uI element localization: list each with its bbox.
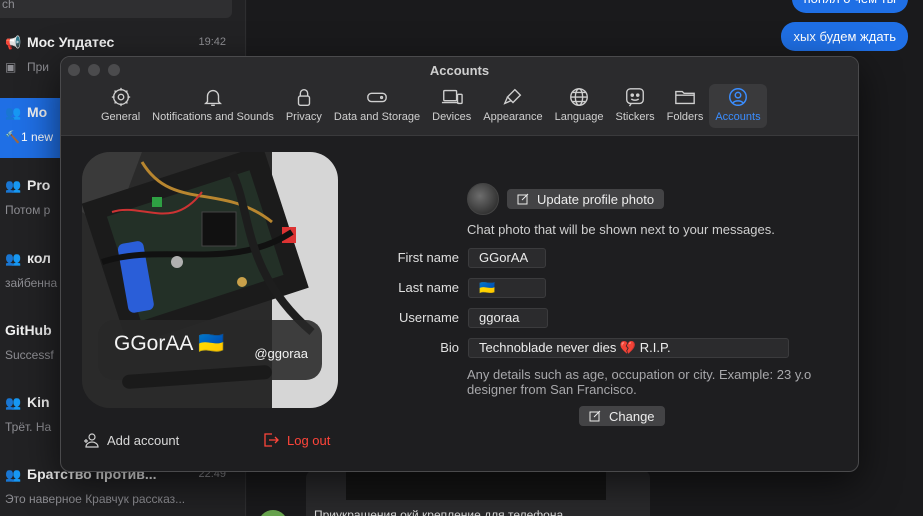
photo-row: Update profile photo [467,183,665,215]
tab-label: Data and Storage [333,111,421,123]
tab-notifications[interactable]: Notifications and Sounds [146,84,280,128]
tab-label: Language [554,111,604,123]
log-out-button[interactable]: Log out [263,432,330,448]
group-icon: 👥 [5,395,22,410]
add-account-label: Add account [107,432,180,448]
group-icon: 👥 [5,105,22,120]
tab-general[interactable]: General [95,84,146,128]
profile-photo-card[interactable]: GGorAA 🇺🇦 @ggoraa [82,152,338,408]
message-bubble[interactable]: хых будем ждать [781,22,908,51]
tab-label: Folders [666,111,704,123]
tab-language[interactable]: Language [549,84,610,128]
edit-icon [589,410,601,422]
bio-field[interactable]: Technoblade never dies 💔 R.I.P. [468,338,789,358]
window-toolbar: Accounts General Notifications and Sound… [61,57,858,136]
tab-appearance[interactable]: Appearance [477,84,548,128]
drive-icon [367,92,387,103]
chat-title: Мо [27,104,48,120]
chat-preview: зайбенна [5,276,58,290]
settings-window: Accounts General Notifications and Sound… [60,56,859,472]
tab-accounts[interactable]: Accounts [709,84,767,128]
last-name-label: Last name [398,280,459,295]
settings-tabs: General Notifications and Sounds Privacy… [95,84,767,130]
group-icon: 👥 [5,467,22,482]
bell-icon [203,89,222,106]
megaphone-icon: 📢 [5,35,22,50]
chat-preview: Трёт. На [5,420,52,434]
tab-label: Accounts [715,111,761,123]
first-name-label: First name [397,250,459,265]
chat-title: Kin [27,394,50,410]
chat-title: Мос Упдатес [27,34,115,50]
gear-icon [111,87,130,107]
profile-display-name: GGorAA 🇺🇦 [114,332,225,355]
message-text: Приукрашения окй крепление для телефона [314,508,564,516]
chat-preview: При [27,60,50,74]
brush-icon [503,88,522,105]
add-account-button[interactable]: Add account [83,432,179,448]
lock-icon [297,88,311,106]
group-icon: 👥 [5,178,22,193]
image-icon: ▣ [5,60,17,74]
devices-icon [441,89,463,105]
chat-title: кол [27,250,51,266]
change-button[interactable]: Change [579,406,665,426]
update-profile-photo-button[interactable]: Update profile photo [507,189,665,209]
window-title: Accounts [429,63,490,78]
first-name-field[interactable]: GGorAA [468,248,546,268]
sticker-icon [626,88,645,107]
tab-privacy[interactable]: Privacy [280,84,328,128]
tab-label: Privacy [285,111,322,123]
tab-folders[interactable]: Folders [661,84,710,128]
chat-title: Pro [27,177,51,193]
message-image [346,470,606,500]
last-name-field[interactable]: 🇺🇦 [468,278,546,298]
tab-data-storage[interactable]: Data and Storage [328,84,426,128]
avatar[interactable] [467,183,499,215]
chat-preview: Потом р [5,203,51,217]
profile-username: @ggoraa [254,346,308,361]
tab-label: General [101,111,141,123]
tab-devices[interactable]: Devices [426,84,477,128]
bio-label: Bio [440,340,459,355]
logout-icon [264,433,279,447]
folder-icon [675,90,695,105]
chat-title: GitHub [5,322,52,338]
update-profile-photo-label: Update profile photo [537,191,655,207]
chat-preview: 1 new [21,130,54,144]
message-bubble[interactable]: понял о чем ты [791,0,908,13]
username-label: Username [399,310,459,325]
chat-time: 19:42 [198,36,226,48]
bio-help-text: Any details such as age, occupation or c… [467,367,812,397]
log-out-label: Log out [287,432,331,448]
tab-stickers[interactable]: Stickers [610,84,661,128]
group-icon: 👥 [5,251,22,266]
change-label: Change [609,408,655,424]
username-field[interactable]: ggoraa [468,308,548,328]
globe-icon [570,88,588,106]
message-card[interactable]: Приукрашения окй крепление для телефона [306,470,650,516]
edit-icon [517,193,529,205]
tab-label: Stickers [615,111,655,123]
tab-label: Devices [432,111,472,123]
search-input[interactable]: ch [0,0,232,18]
chat-preview: Successf [5,348,54,362]
tab-label: Notifications and Sounds [152,111,274,123]
photo-hint: Chat photo that will be shown next to yo… [467,222,775,237]
account-icon [728,88,747,106]
tab-label: Appearance [483,111,543,123]
add-user-icon [84,433,99,448]
chat-preview: Это наверное Кравчук рассказ... [5,492,186,506]
hammer-icon: 🔨 [5,130,20,144]
